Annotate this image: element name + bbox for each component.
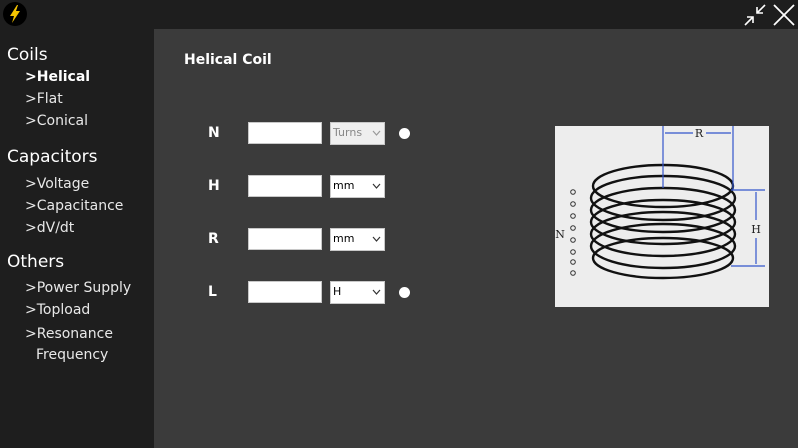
- page-title: Helical Coil: [184, 52, 272, 68]
- chevron-down-icon: [372, 130, 381, 136]
- l-input[interactable]: [248, 281, 322, 303]
- restore-window-icon[interactable]: [743, 3, 767, 27]
- title-bar: [0, 0, 798, 29]
- section-title-capacitors: Capacitors: [7, 147, 98, 167]
- nav-item-conical[interactable]: >Conical: [25, 113, 88, 129]
- n-unit-select: Turns: [330, 122, 385, 145]
- lightning-bolt-icon: [3, 2, 27, 26]
- label-l: L: [208, 284, 217, 300]
- h-input[interactable]: [248, 175, 322, 197]
- section-title-coils: Coils: [7, 45, 48, 65]
- label-r: R: [208, 231, 219, 247]
- chevron-down-icon: [372, 236, 381, 242]
- nav-item-power-supply[interactable]: >Power Supply: [25, 280, 131, 296]
- nav-item-helical[interactable]: >Helical: [25, 69, 90, 85]
- nav-item-topload[interactable]: >Topload: [25, 302, 90, 318]
- nav-item-resonance-frequency[interactable]: >Resonance Frequency: [25, 324, 113, 366]
- main-panel: Helical Coil N Turns H mm R mm L H R H N: [154, 29, 798, 448]
- label-n: N: [208, 125, 220, 141]
- diagram-label-h: H: [751, 223, 761, 236]
- diagram-label-r: R: [695, 127, 704, 140]
- chevron-down-icon: [372, 183, 381, 189]
- l-unit-select[interactable]: H: [330, 281, 385, 304]
- n-input[interactable]: [248, 122, 322, 144]
- chevron-down-icon: [372, 289, 381, 295]
- r-unit-select[interactable]: mm: [330, 228, 385, 251]
- sidebar: Coils >Helical >Flat >Conical Capacitors…: [0, 29, 154, 448]
- nav-item-voltage[interactable]: >Voltage: [25, 176, 89, 192]
- section-title-others: Others: [7, 252, 65, 272]
- close-icon[interactable]: [772, 3, 796, 27]
- l-radio-button[interactable]: [399, 287, 410, 298]
- label-h: H: [208, 178, 220, 194]
- nav-item-dvdt[interactable]: >dV/dt: [25, 220, 74, 236]
- nav-item-capacitance[interactable]: >Capacitance: [25, 198, 123, 214]
- helical-coil-diagram: R H N: [555, 126, 769, 307]
- n-radio-button[interactable]: [399, 128, 410, 139]
- nav-item-flat[interactable]: >Flat: [25, 91, 63, 107]
- diagram-label-n: N: [555, 228, 565, 241]
- h-unit-select[interactable]: mm: [330, 175, 385, 198]
- r-input[interactable]: [248, 228, 322, 250]
- turn-markers: [570, 189, 576, 276]
